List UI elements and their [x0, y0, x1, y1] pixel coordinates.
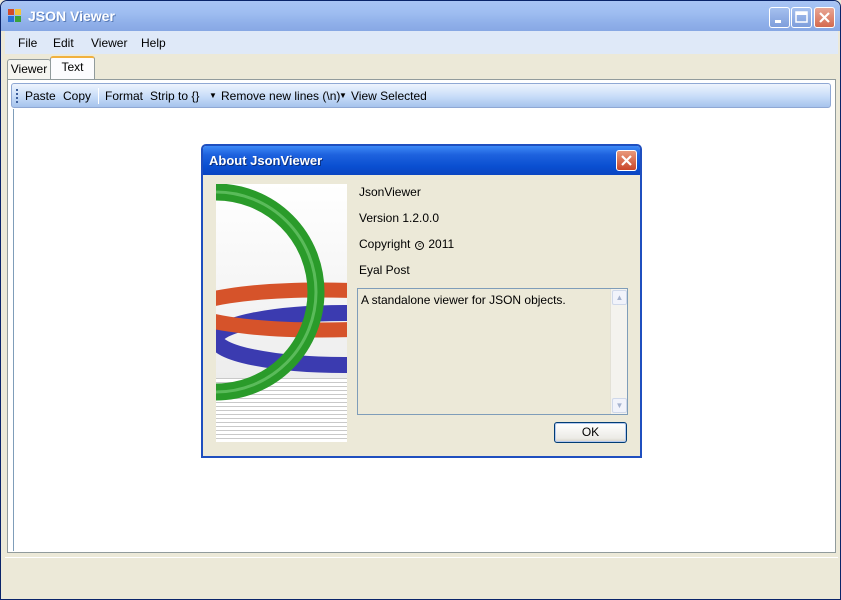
title-bar[interactable]: JSON Viewer: [1, 1, 840, 31]
description-scrollbar[interactable]: ▲ ▼: [610, 289, 627, 414]
menu-file[interactable]: File: [18, 36, 37, 50]
dialog-title-bar[interactable]: About JsonViewer: [203, 146, 640, 175]
product-version: Version 1.2.0.0: [359, 211, 440, 225]
description-text: A standalone viewer for JSON objects.: [361, 293, 566, 307]
company-name: Eyal Post: [359, 263, 410, 277]
tab-strip: Viewer Text: [5, 54, 838, 79]
close-icon: [815, 8, 834, 27]
copy-button[interactable]: Copy: [63, 89, 91, 103]
copyright-year: 2011: [428, 237, 455, 251]
menu-edit[interactable]: Edit: [53, 36, 74, 50]
tab-viewer[interactable]: Viewer: [7, 59, 51, 79]
format-button[interactable]: Format: [105, 89, 143, 103]
description-box[interactable]: A standalone viewer for JSON objects. ▲ …: [357, 288, 628, 415]
close-icon: [617, 151, 636, 170]
toolbar-grip-icon[interactable]: [16, 89, 19, 103]
close-button[interactable]: [814, 7, 835, 28]
app-icon: [8, 9, 22, 23]
minimize-button[interactable]: [769, 7, 790, 28]
menu-viewer[interactable]: Viewer: [91, 36, 127, 50]
view-selected-button[interactable]: View Selected: [351, 89, 427, 103]
minimize-icon: [770, 8, 789, 27]
copyright-label: Copyright: [359, 237, 411, 251]
scroll-up-icon[interactable]: ▲: [612, 290, 627, 305]
product-logo: [216, 184, 347, 442]
product-copyright: Copyright c 2011: [359, 237, 454, 251]
remove-new-lines-button[interactable]: Remove new lines (\n): [221, 89, 340, 103]
main-window: JSON Viewer File Edit Viewer Help Viewer…: [0, 0, 841, 600]
dialog-close-button[interactable]: [616, 150, 637, 171]
strip-button[interactable]: Strip to {}: [150, 89, 199, 103]
product-name: JsonViewer: [359, 185, 421, 199]
strip-dropdown-arrow-icon[interactable]: ▼: [209, 89, 217, 103]
ok-button[interactable]: OK: [554, 422, 627, 443]
menu-bar: File Edit Viewer Help: [5, 31, 838, 54]
window-title: JSON Viewer: [28, 8, 115, 24]
tab-text[interactable]: Text: [50, 56, 95, 79]
window-bottom-frame: [1, 581, 840, 599]
menu-help[interactable]: Help: [141, 36, 166, 50]
toolbar: Paste Copy Format Strip to {} ▼ Remove n…: [11, 83, 831, 108]
toolbar-separator: [98, 88, 99, 104]
copyright-icon: c: [415, 241, 425, 250]
maximize-icon: [792, 8, 811, 27]
status-bar: [5, 557, 838, 579]
dialog-title: About JsonViewer: [209, 153, 323, 168]
paste-button[interactable]: Paste: [25, 89, 56, 103]
scroll-down-icon[interactable]: ▼: [612, 398, 627, 413]
about-dialog: About JsonViewer JsonViewer Version 1.2.…: [201, 144, 642, 458]
maximize-button[interactable]: [791, 7, 812, 28]
remove-new-lines-dropdown-arrow-icon[interactable]: ▼: [339, 89, 347, 103]
